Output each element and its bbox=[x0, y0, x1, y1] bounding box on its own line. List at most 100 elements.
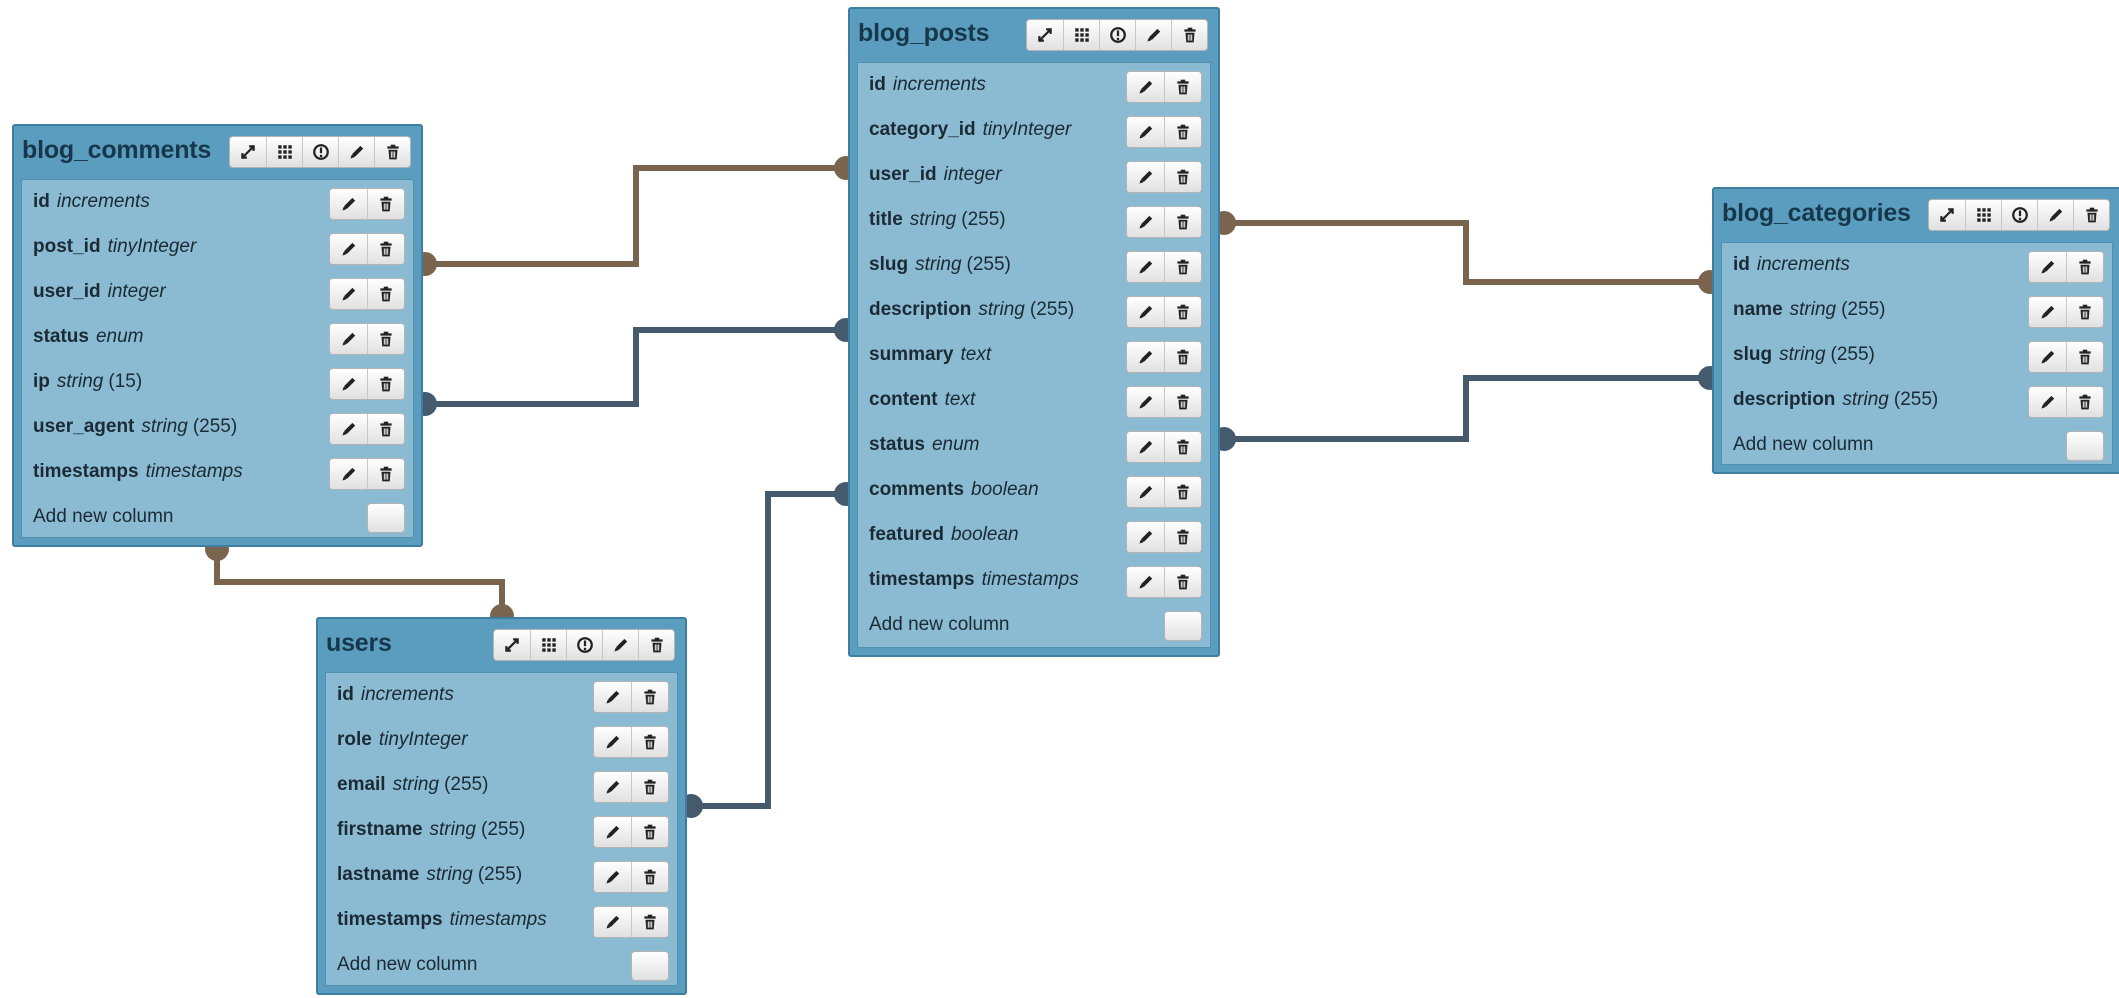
delete-button[interactable] bbox=[1171, 20, 1207, 50]
edit-column-button[interactable] bbox=[1127, 72, 1164, 102]
table-options-button[interactable] bbox=[302, 137, 338, 167]
column-row[interactable]: id increments bbox=[1722, 243, 2112, 288]
table-blog-comments[interactable]: blog_comments id increments post_id tinyInte… bbox=[12, 124, 423, 547]
edit-column-button[interactable] bbox=[594, 682, 631, 712]
relation-posts-to-categories-id[interactable] bbox=[1212, 211, 1722, 294]
table-header[interactable]: blog_comments bbox=[14, 126, 421, 180]
edit-column-button[interactable] bbox=[330, 459, 367, 489]
delete-column-button[interactable] bbox=[2066, 387, 2103, 417]
edit-column-button[interactable] bbox=[330, 369, 367, 399]
edit-button[interactable] bbox=[2037, 200, 2073, 230]
column-row[interactable]: user_id integer bbox=[858, 153, 1210, 198]
delete-column-button[interactable] bbox=[1164, 342, 1201, 372]
edit-column-button[interactable] bbox=[1127, 432, 1164, 462]
column-row[interactable]: firstname string (255) bbox=[326, 808, 677, 853]
edit-column-button[interactable] bbox=[1127, 522, 1164, 552]
column-row[interactable]: name string (255) bbox=[1722, 288, 2112, 333]
column-row[interactable]: featured boolean bbox=[858, 513, 1210, 558]
delete-column-button[interactable] bbox=[1164, 567, 1201, 597]
delete-column-button[interactable] bbox=[631, 907, 668, 937]
column-row[interactable]: user_id integer bbox=[22, 270, 413, 315]
column-row[interactable]: description string (255) bbox=[1722, 378, 2112, 423]
delete-column-button[interactable] bbox=[367, 234, 404, 264]
edit-column-button[interactable] bbox=[2029, 252, 2066, 282]
column-row[interactable]: role tinyInteger bbox=[326, 718, 677, 763]
edit-column-button[interactable] bbox=[594, 727, 631, 757]
column-row[interactable]: comments boolean bbox=[858, 468, 1210, 513]
delete-column-button[interactable] bbox=[631, 862, 668, 892]
delete-column-button[interactable] bbox=[631, 817, 668, 847]
edit-column-button[interactable] bbox=[2029, 387, 2066, 417]
edit-column-button[interactable] bbox=[594, 862, 631, 892]
edit-column-button[interactable] bbox=[330, 234, 367, 264]
delete-column-button[interactable] bbox=[1164, 117, 1201, 147]
resize-table-button[interactable] bbox=[1929, 200, 1965, 230]
relation-users-to-blog-posts[interactable] bbox=[679, 482, 858, 818]
delete-column-button[interactable] bbox=[631, 772, 668, 802]
relation-posts-to-categories-slug[interactable] bbox=[1212, 366, 1722, 451]
delete-column-button[interactable] bbox=[1164, 432, 1201, 462]
delete-column-button[interactable] bbox=[1164, 522, 1201, 552]
add-index-button[interactable] bbox=[266, 137, 302, 167]
add-column-button[interactable] bbox=[1164, 611, 1202, 641]
column-row[interactable]: email string (255) bbox=[326, 763, 677, 808]
edit-column-button[interactable] bbox=[330, 279, 367, 309]
table-options-button[interactable] bbox=[566, 630, 602, 660]
relation-post-id-to-blog-posts[interactable] bbox=[413, 156, 858, 276]
edit-column-button[interactable] bbox=[1127, 162, 1164, 192]
add-index-button[interactable] bbox=[1063, 20, 1099, 50]
table-header[interactable]: users bbox=[318, 619, 685, 673]
edit-column-button[interactable] bbox=[1127, 117, 1164, 147]
edit-column-button[interactable] bbox=[1127, 567, 1164, 597]
edit-button[interactable] bbox=[338, 137, 374, 167]
column-row[interactable]: status enum bbox=[22, 315, 413, 360]
column-row[interactable]: id increments bbox=[326, 673, 677, 718]
edit-column-button[interactable] bbox=[330, 414, 367, 444]
column-row[interactable]: slug string (255) bbox=[858, 243, 1210, 288]
resize-table-button[interactable] bbox=[494, 630, 530, 660]
edit-column-button[interactable] bbox=[1127, 252, 1164, 282]
delete-button[interactable] bbox=[638, 630, 674, 660]
edit-button[interactable] bbox=[602, 630, 638, 660]
delete-column-button[interactable] bbox=[2066, 342, 2103, 372]
add-column-button[interactable] bbox=[631, 951, 669, 981]
delete-column-button[interactable] bbox=[367, 459, 404, 489]
edit-column-button[interactable] bbox=[1127, 207, 1164, 237]
resize-table-button[interactable] bbox=[1027, 20, 1063, 50]
delete-column-button[interactable] bbox=[367, 189, 404, 219]
delete-column-button[interactable] bbox=[367, 324, 404, 354]
add-column-button[interactable] bbox=[2066, 431, 2104, 461]
table-header[interactable]: blog_posts bbox=[850, 9, 1218, 63]
delete-column-button[interactable] bbox=[2066, 297, 2103, 327]
edit-column-button[interactable] bbox=[1127, 342, 1164, 372]
add-column-row[interactable]: Add new column bbox=[1722, 423, 2112, 468]
edit-column-button[interactable] bbox=[1127, 477, 1164, 507]
edit-column-button[interactable] bbox=[594, 907, 631, 937]
edit-button[interactable] bbox=[1135, 20, 1171, 50]
edit-column-button[interactable] bbox=[1127, 297, 1164, 327]
column-row[interactable]: category_id tinyInteger bbox=[858, 108, 1210, 153]
delete-column-button[interactable] bbox=[1164, 477, 1201, 507]
edit-column-button[interactable] bbox=[594, 772, 631, 802]
add-column-button[interactable] bbox=[367, 503, 405, 533]
edit-column-button[interactable] bbox=[1127, 387, 1164, 417]
column-row[interactable]: status enum bbox=[858, 423, 1210, 468]
column-row[interactable]: id increments bbox=[858, 63, 1210, 108]
add-index-button[interactable] bbox=[1965, 200, 2001, 230]
delete-column-button[interactable] bbox=[1164, 162, 1201, 192]
column-row[interactable]: timestamps timestamps bbox=[326, 898, 677, 943]
delete-column-button[interactable] bbox=[367, 414, 404, 444]
edit-column-button[interactable] bbox=[330, 189, 367, 219]
table-users[interactable]: users id increments role tinyInteger email str… bbox=[316, 617, 687, 995]
resize-table-button[interactable] bbox=[230, 137, 266, 167]
edit-column-button[interactable] bbox=[2029, 342, 2066, 372]
add-column-row[interactable]: Add new column bbox=[326, 943, 677, 988]
table-blog-categories[interactable]: blog_categories id increments name string (25… bbox=[1712, 187, 2119, 474]
add-index-button[interactable] bbox=[530, 630, 566, 660]
delete-column-button[interactable] bbox=[367, 279, 404, 309]
column-row[interactable]: description string (255) bbox=[858, 288, 1210, 333]
column-row[interactable]: timestamps timestamps bbox=[858, 558, 1210, 603]
table-blog-posts[interactable]: blog_posts id increments category_id tinyInt… bbox=[848, 7, 1220, 657]
table-header[interactable]: blog_categories bbox=[1714, 189, 2119, 243]
relation-comments-to-users[interactable] bbox=[205, 537, 514, 628]
